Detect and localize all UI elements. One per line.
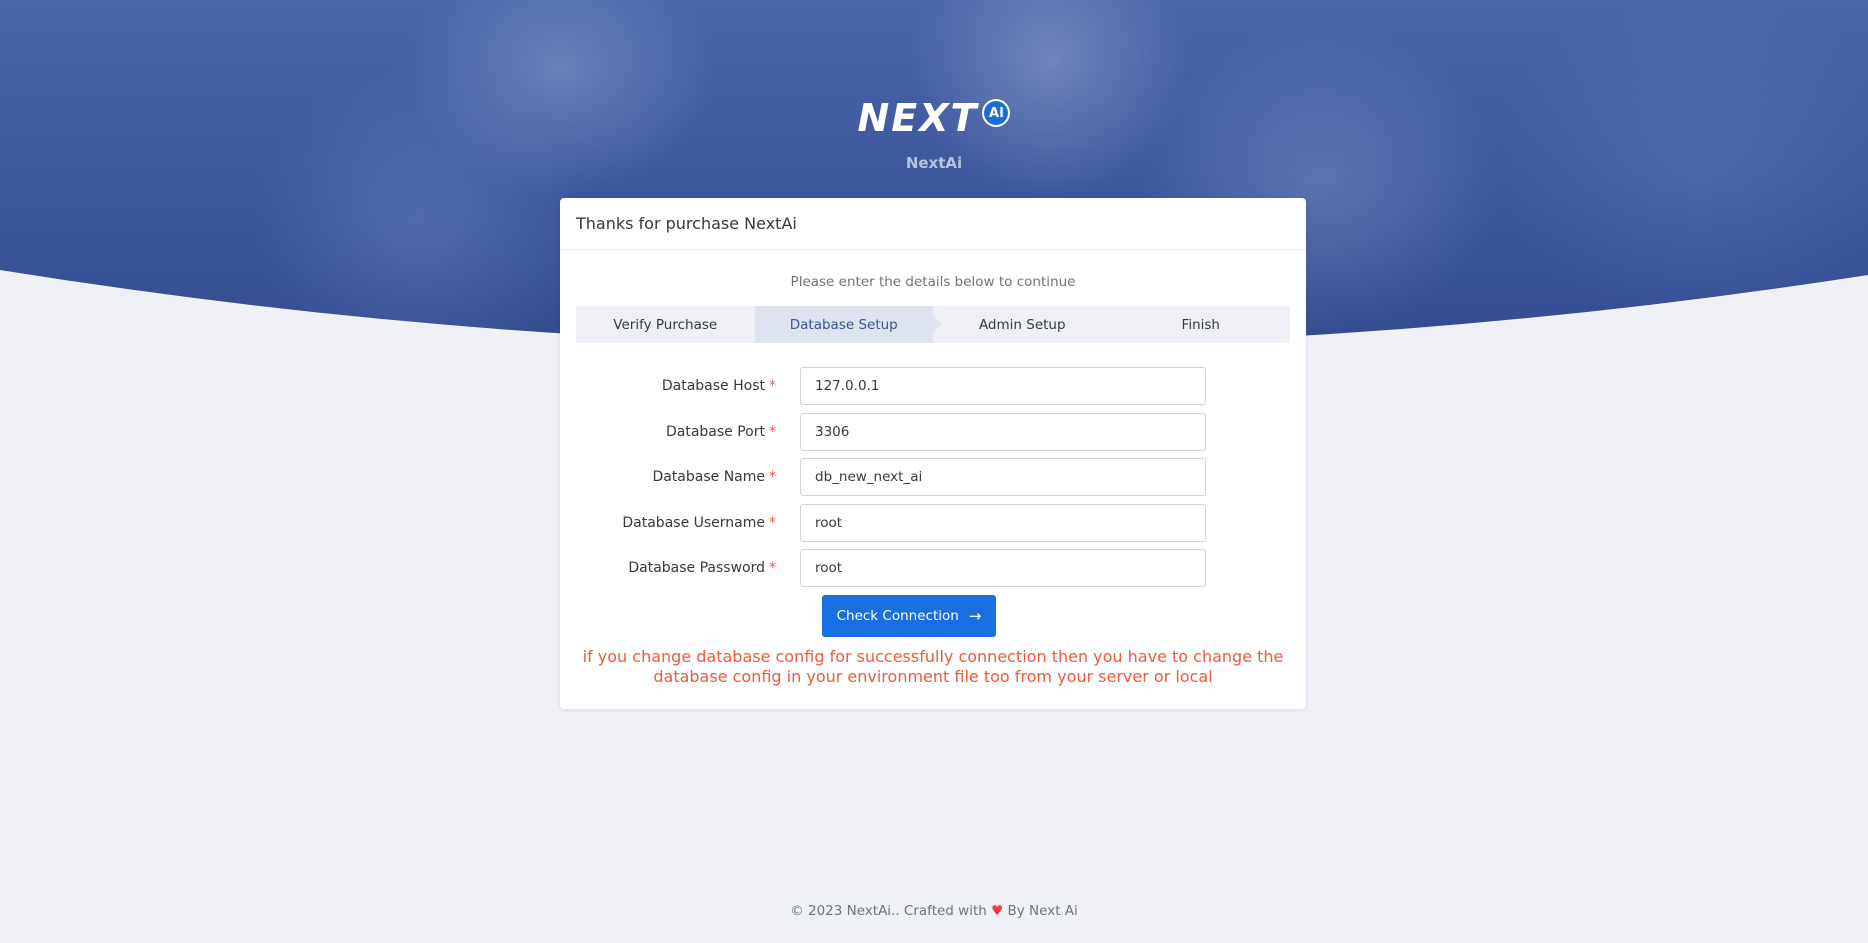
form-row-username: Database Username * xyxy=(560,503,1306,542)
card-title: Thanks for purchase NextAi xyxy=(560,198,1306,250)
step-finish[interactable]: Finish xyxy=(1112,306,1291,343)
required-mark: * xyxy=(769,469,776,485)
card-subtitle: Please enter the details below to contin… xyxy=(790,274,1076,290)
database-password-input[interactable] xyxy=(800,549,1206,587)
required-mark: * xyxy=(769,560,776,576)
form-row-port: Database Port * xyxy=(560,412,1306,451)
database-username-label: Database Username xyxy=(622,514,765,531)
required-mark: * xyxy=(769,378,776,394)
check-connection-label: Check Connection xyxy=(836,607,959,624)
database-host-label: Database Host xyxy=(661,378,765,394)
brand-name: NextAi xyxy=(905,154,963,172)
button-row: Check Connection → xyxy=(560,594,1306,637)
footer-copyright: © 2023 NextAi.. Crafted with xyxy=(790,903,987,919)
step-database-setup[interactable]: Database Setup xyxy=(754,306,942,343)
logo-text: NEXT xyxy=(857,96,979,140)
step-admin-setup[interactable]: Admin Setup xyxy=(933,306,1112,343)
database-username-input[interactable] xyxy=(800,503,1206,542)
step-verify-purchase[interactable]: Verify Purchase xyxy=(576,306,755,343)
database-password-label: Database Password xyxy=(628,560,765,576)
wizard-steps: Verify Purchase Database Setup Admin Set… xyxy=(576,306,1290,343)
field-label: Database Password * xyxy=(560,560,800,576)
field-label: Database Username * xyxy=(560,515,800,531)
database-host-input[interactable] xyxy=(800,367,1206,405)
database-name-label: Database Name xyxy=(652,469,765,485)
database-port-input[interactable] xyxy=(800,412,1206,451)
install-card: Thanks for purchase NextAi Please enter … xyxy=(560,198,1306,709)
form-row-name: Database Name * xyxy=(560,458,1306,496)
database-port-label: Database Port xyxy=(665,423,765,440)
field-label: Database Host * xyxy=(560,378,800,394)
required-mark: * xyxy=(769,514,776,531)
logo-ai-badge: AI xyxy=(982,99,1011,127)
field-label: Database Port * xyxy=(560,424,800,440)
form-row-password: Database Password * xyxy=(560,549,1306,587)
field-label: Database Name * xyxy=(560,469,800,485)
brand-header: NEXT AI NextAi xyxy=(0,96,1868,172)
required-mark: * xyxy=(769,423,776,440)
config-warning-text: if you change database config for succes… xyxy=(582,646,1284,686)
database-form: Database Host* Database Port* Database N… xyxy=(560,367,1306,687)
footer: © 2023 NextAi.. Crafted with ♥ By Next A… xyxy=(0,903,1868,919)
footer-author: By Next Ai xyxy=(1007,903,1078,919)
check-connection-button[interactable]: Check Connection → xyxy=(822,594,996,637)
form-row-host: Database Host * xyxy=(560,367,1306,405)
nextai-logo: NEXT AI xyxy=(858,96,1011,140)
database-name-input[interactable] xyxy=(800,458,1206,496)
heart-icon: ♥ xyxy=(991,903,1004,919)
arrow-right-icon: → xyxy=(968,606,982,625)
